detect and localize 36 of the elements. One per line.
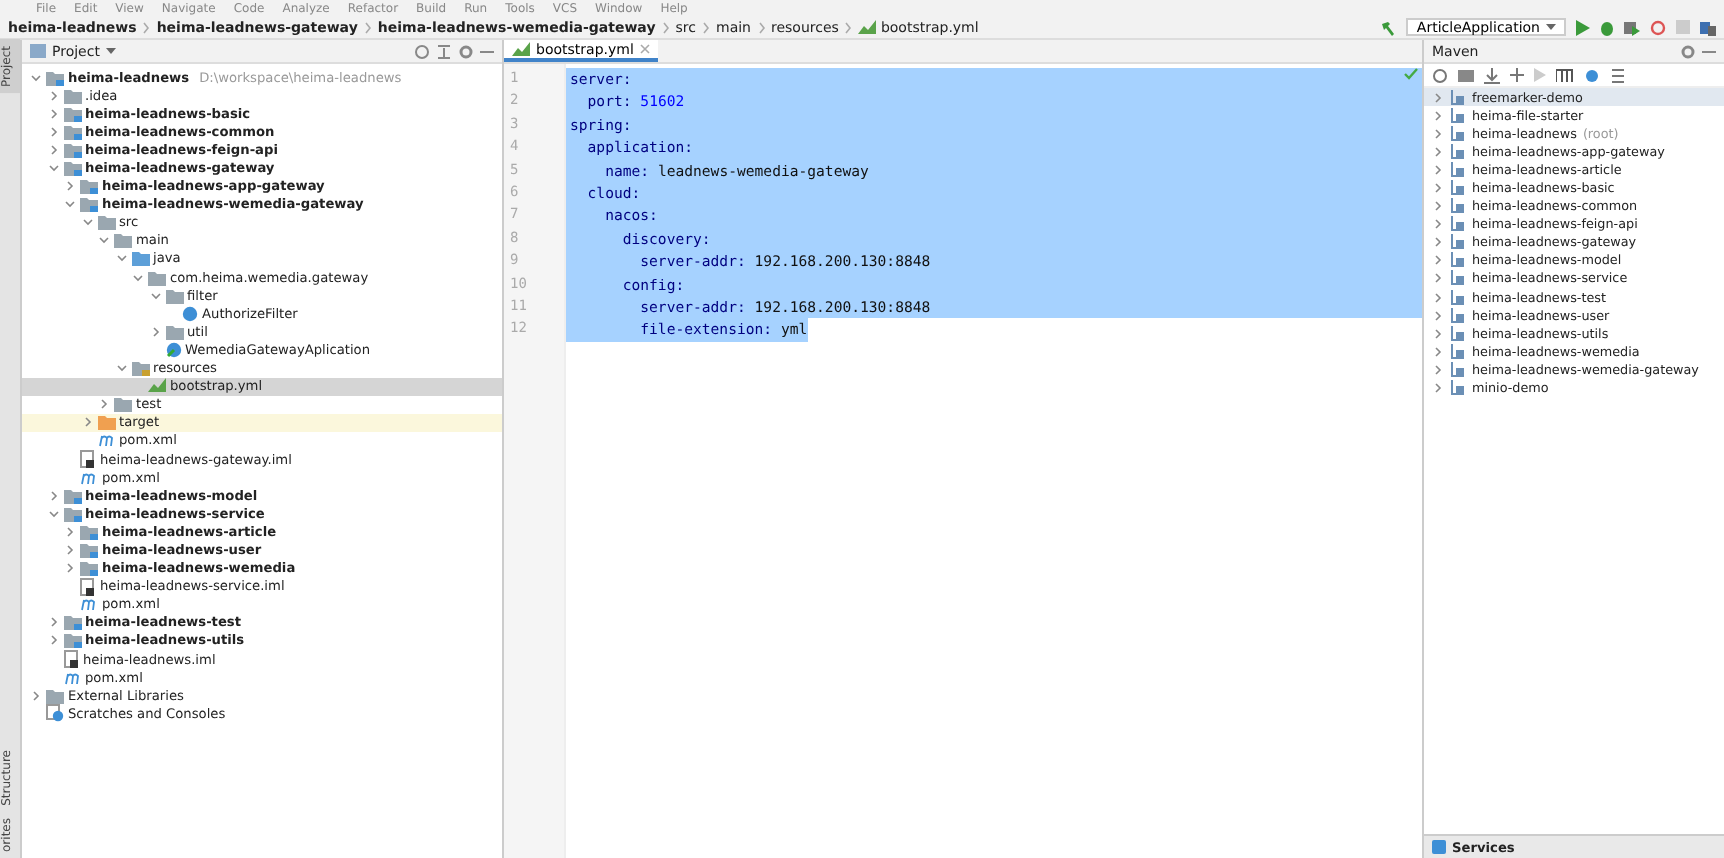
settings-icon[interactable]: [458, 43, 474, 59]
services-icon: [1432, 840, 1446, 854]
chevron-icon: [363, 21, 372, 33]
maven-file-icon: [80, 596, 98, 613]
plus-icon[interactable]: [1510, 68, 1524, 82]
dropdown-arrow-icon: [1546, 23, 1556, 31]
class-icon: [182, 305, 198, 322]
module-file-icon: [63, 650, 79, 669]
project-icon: [30, 44, 46, 58]
debug-icon[interactable]: [1600, 19, 1614, 35]
scratches-icon: [46, 704, 64, 723]
project-structure-icon[interactable]: [1700, 19, 1716, 35]
tree-icon[interactable]: [1610, 67, 1626, 83]
close-icon[interactable]: [639, 44, 650, 54]
locate-icon[interactable]: [414, 43, 430, 59]
settings-icon[interactable]: [1680, 43, 1696, 59]
maven-file-icon: [80, 469, 98, 486]
maven-file-icon: [97, 432, 115, 449]
maven-file-icon: [63, 669, 81, 686]
class-icon: [165, 341, 181, 358]
yaml-file-icon: [512, 41, 530, 57]
chevron-icon: [142, 21, 151, 33]
collapse-all-icon[interactable]: [436, 43, 452, 59]
coverage-icon[interactable]: [1624, 19, 1640, 35]
download-icon[interactable]: [1484, 67, 1500, 83]
run-icon[interactable]: [1576, 19, 1590, 35]
check-icon: [1404, 68, 1418, 80]
chevron-icon: [661, 21, 670, 33]
dropdown-arrow-icon[interactable]: [105, 47, 116, 55]
chevron-icon: [844, 21, 853, 33]
yaml-file-icon: [148, 378, 166, 395]
chevron-icon: [757, 21, 765, 33]
profile-icon[interactable]: [1650, 19, 1666, 35]
module-file-icon: [80, 450, 96, 469]
module-file-icon: [80, 577, 96, 596]
chevron-icon: [702, 21, 710, 33]
